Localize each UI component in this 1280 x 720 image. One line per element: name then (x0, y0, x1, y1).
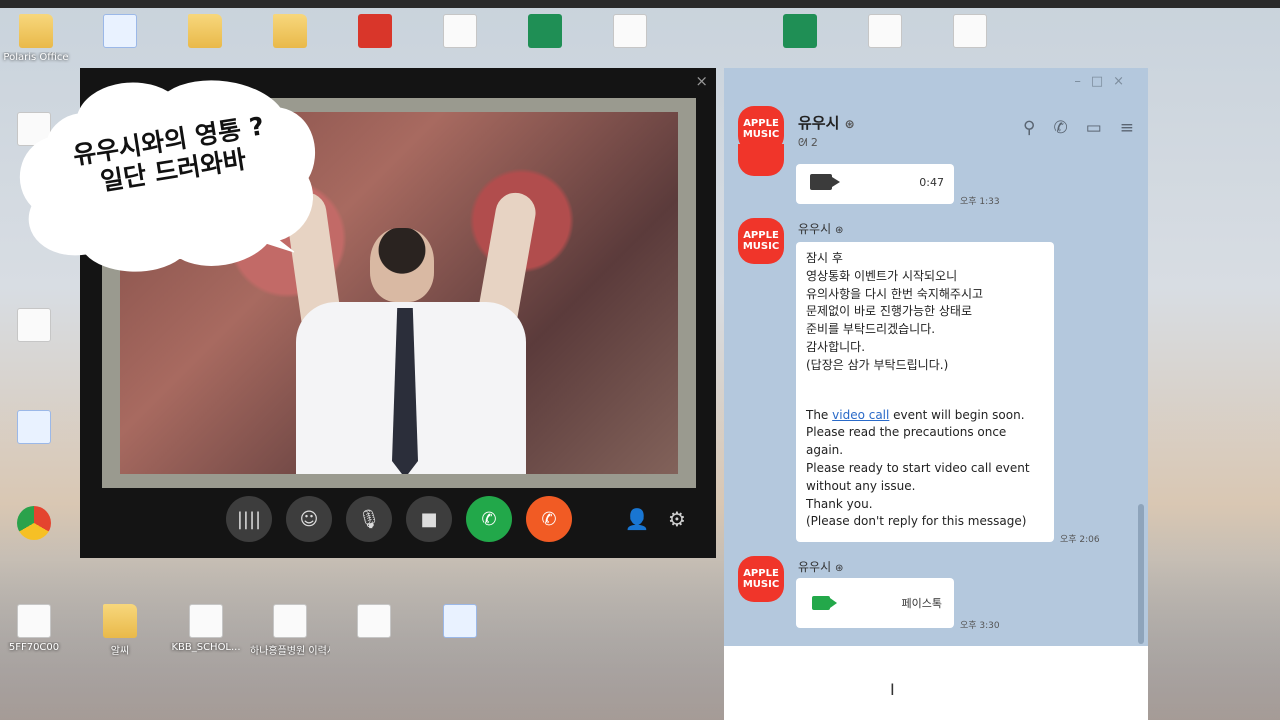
desktop-icon[interactable]: 알씨 (80, 604, 160, 657)
desktop-icon[interactable] (335, 14, 415, 52)
camera-button[interactable]: ■ (406, 496, 452, 542)
desktop-icon[interactable] (930, 14, 1010, 52)
avatar[interactable] (738, 144, 784, 176)
desktop-icon[interactable]: 5FF70C00 (0, 604, 74, 653)
message-english: The video call event will begin soon. Pl… (796, 383, 1054, 540)
message-time: 오후 3:30 (960, 621, 1000, 631)
desktop-icon[interactable] (250, 14, 330, 52)
menu-icon[interactable]: ≡ (1120, 118, 1134, 138)
chat-window: –□× APPLE MUSIC 유우시 ⊛ ᘛ 2 ⚲ ✆ ▭ ≡ 0:47 오… (724, 68, 1148, 720)
folder-icon (273, 14, 307, 48)
bluedoc-icon (443, 604, 477, 638)
video-icon[interactable]: ▭ (1086, 118, 1102, 138)
verified-icon: ⊛ (834, 225, 844, 236)
scrollbar[interactable] (1138, 504, 1144, 644)
sender-name: 유우시 ⊛ (798, 220, 843, 237)
desktop-icon[interactable] (845, 14, 925, 52)
member-icon: ᘛ (798, 136, 808, 149)
doc-icon (17, 604, 51, 638)
verified-icon: ⊛ (844, 117, 855, 131)
close-icon[interactable]: × (695, 72, 708, 90)
desktop-icon-label: Polaris Office (3, 52, 69, 63)
verified-icon: ⊛ (834, 563, 844, 574)
chrome-icon (17, 506, 51, 540)
facetalk-label: 페이스톡 (901, 597, 942, 610)
folder-icon (19, 14, 53, 48)
pdf-icon (358, 14, 392, 48)
folder-icon (188, 14, 222, 48)
avatar[interactable]: APPLE MUSIC (738, 556, 784, 602)
message-time: 오후 2:06 (1060, 535, 1100, 545)
desktop-icon[interactable] (165, 14, 245, 52)
doc-icon (17, 308, 51, 342)
accept-call-button[interactable]: ✆ (466, 496, 512, 542)
chat-title: 유우시 ⊛ (798, 112, 855, 133)
notice-message[interactable]: 잠시 후 영상통화 이벤트가 시작되오니 유의사항을 다시 한번 숙지해주시고 … (796, 242, 1054, 542)
message-korean: 잠시 후 영상통화 이벤트가 시작되오니 유의사항을 다시 한번 숙지해주시고 … (806, 251, 984, 372)
desktop-icon[interactable] (420, 604, 500, 642)
doc-icon (868, 14, 902, 48)
top-bar (0, 0, 1280, 8)
desktop-icon[interactable] (505, 14, 585, 52)
desktop-icon-label: 하나홍플병원 이력서 (250, 646, 330, 657)
sheet-icon (783, 14, 817, 48)
message-english-text: event will begin soon. Please read the p… (806, 407, 1030, 529)
desktop-icon[interactable] (0, 506, 74, 544)
avatar[interactable]: APPLE MUSIC (738, 218, 784, 264)
doc-icon (189, 604, 223, 638)
effects-button[interactable]: ☺ (286, 496, 332, 542)
desktop-icon-label: 5FF70C00 (8, 642, 60, 653)
video-person (370, 228, 434, 302)
microphone-button[interactable]: 🎙 (346, 496, 392, 542)
video-duration: 0:47 (919, 176, 944, 189)
end-call-button[interactable]: ✆ (526, 496, 572, 542)
desktop-icon[interactable]: 하나홍플병원 이력서 (250, 604, 330, 657)
chat-header: APPLE MUSIC 유우시 ⊛ ᘛ 2 ⚲ ✆ ▭ ≡ (724, 96, 1148, 160)
settings-button[interactable]: ⚙ (654, 496, 700, 542)
chat-toolbar: ⚲ ✆ ▭ ≡ (1023, 118, 1134, 138)
sender-name: 유우시 ⊛ (798, 558, 843, 575)
message-input[interactable]: I (724, 646, 1148, 720)
sheet-icon (528, 14, 562, 48)
doc-icon (613, 14, 647, 48)
message-english-prefix: The (806, 407, 833, 422)
chat-title-text: 유우시 (798, 114, 840, 132)
speech-bubble: 유우시와의 영통 ? 일단 드러와바 (18, 74, 318, 274)
desktop-icon[interactable] (0, 308, 74, 346)
video-call-icon (810, 174, 840, 190)
desktop-icon[interactable]: KBB_SCHOL... (166, 604, 246, 653)
member-count: ᘛ 2 (798, 136, 818, 150)
facetalk-icon (812, 596, 837, 610)
desktop-icon[interactable] (0, 410, 74, 448)
desktop-icon[interactable] (420, 14, 500, 52)
member-count-value: 2 (810, 136, 818, 149)
doc-icon (443, 14, 477, 48)
folder-icon (103, 604, 137, 638)
doc-icon (953, 14, 987, 48)
desktop-icon-label: 알씨 (110, 646, 130, 657)
sender-name-text: 유우시 (798, 222, 832, 236)
doc-icon (273, 604, 307, 638)
message-time: 오후 1:33 (960, 197, 1000, 207)
search-icon[interactable]: ⚲ (1023, 118, 1035, 138)
desktop-icon[interactable]: Polaris Office (0, 14, 76, 63)
desktop-icon[interactable] (80, 14, 160, 52)
desktop-icon[interactable] (590, 14, 670, 52)
call-controls: |||| ☺ 🎙 ■ ✆ ✆ 👤 ⚙ (80, 496, 716, 548)
phone-icon[interactable]: ✆ (1053, 118, 1067, 138)
text-cursor: I (890, 680, 895, 699)
video-message[interactable]: 0:47 (796, 164, 954, 204)
facetalk-message[interactable]: 페이스톡 (796, 578, 954, 628)
doc-icon (357, 604, 391, 638)
window-controls[interactable]: –□× (1074, 74, 1134, 89)
desktop-icon[interactable] (760, 14, 840, 52)
voice-button[interactable]: |||| (226, 496, 272, 542)
desktop-icon[interactable] (334, 604, 414, 642)
bluedoc-icon (17, 410, 51, 444)
video-call-link[interactable]: video call (832, 408, 889, 422)
sender-name-text: 유우시 (798, 560, 832, 574)
desktop-icon-label: KBB_SCHOL... (171, 642, 241, 653)
bluedoc-icon (103, 14, 137, 48)
